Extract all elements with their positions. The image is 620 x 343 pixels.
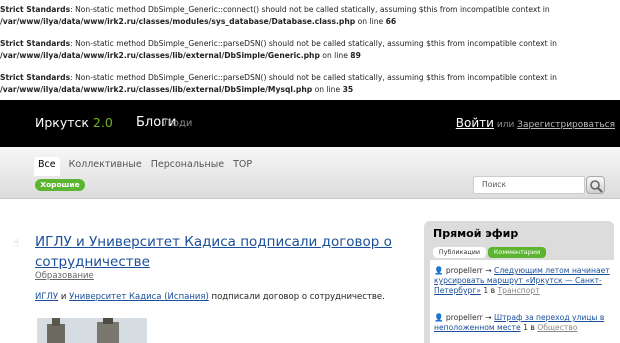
tab-publications[interactable]: Публикации xyxy=(433,247,486,258)
tab-personal[interactable]: Персональные xyxy=(151,159,224,170)
tag-link[interactable]: Университет Кадиса (Испания) xyxy=(69,292,209,302)
tab-top[interactable]: TOP xyxy=(233,159,252,170)
nav-people[interactable]: Люди xyxy=(163,118,192,129)
user-link[interactable]: propellerr xyxy=(446,266,483,275)
error-message: Strict Standards: Non-static method DbSi… xyxy=(0,39,557,60)
comment-count: 1 xyxy=(483,286,489,295)
list-item: 👤 propellerr → Следующим летом начинает … xyxy=(434,266,610,295)
site-logo[interactable]: Иркутск 2.0 xyxy=(35,115,113,130)
error-message: Strict Standards: Non-static method DbSi… xyxy=(0,5,550,26)
search-button[interactable] xyxy=(586,176,605,194)
user-link[interactable]: propellerr xyxy=(446,313,483,322)
post-title[interactable]: ИГЛУ и Университет Кадиса подписали дого… xyxy=(35,232,410,272)
comment-count: 1 xyxy=(523,323,528,332)
post-category[interactable]: Образование xyxy=(35,271,94,281)
post-description: ИГЛУ и Университет Кадиса (Испания) подп… xyxy=(35,292,385,302)
register-link[interactable]: Зарегистрироваться xyxy=(517,120,615,130)
login-link[interactable]: Войти xyxy=(456,116,494,130)
top-bar: Иркутск 2.0 Блоги Люди Войти или Зарегис… xyxy=(0,100,620,147)
search-icon xyxy=(590,180,603,193)
tab-all[interactable]: Все xyxy=(34,157,60,176)
tag-link[interactable]: ИГЛУ xyxy=(35,292,58,302)
error-output: Strict Standards: Non-static method DbSi… xyxy=(0,0,620,100)
list-item: 👤 propellerr → Штраф за переход улицы в … xyxy=(434,313,605,332)
tab-collective[interactable]: Коллективные xyxy=(69,159,142,170)
post-image xyxy=(37,318,147,343)
live-stream-title: Прямой эфир xyxy=(433,227,519,240)
tab-comments[interactable]: Комментарии xyxy=(488,247,546,258)
blog-tabs: Все Коллективные Персональные TOP xyxy=(34,157,261,176)
thumb-icon[interactable]: ☝ xyxy=(13,238,23,249)
blog-link[interactable]: Общество xyxy=(537,323,577,332)
search-input[interactable]: Поиск xyxy=(473,176,585,194)
auth-links: Войти или Зарегистрироваться xyxy=(455,116,615,130)
user-icon: 👤 xyxy=(434,266,444,275)
error-message: Strict Standards: Non-static method DbSi… xyxy=(0,73,557,94)
subtab-good[interactable]: Хорошие xyxy=(35,179,85,191)
blog-link[interactable]: Транспорт xyxy=(498,286,540,295)
user-icon: 👤 xyxy=(434,313,444,322)
